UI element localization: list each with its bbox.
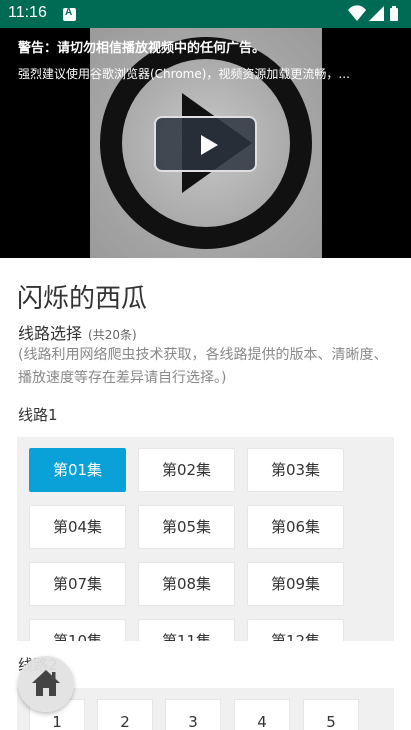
episode-button-10[interactable]: 第10集 bbox=[29, 619, 126, 641]
episode-button-08[interactable]: 第08集 bbox=[138, 562, 235, 606]
play-icon bbox=[201, 135, 218, 155]
line2-episode-panel: 1 2 3 4 5 bbox=[17, 688, 394, 730]
status-time: 11:16 bbox=[8, 4, 47, 21]
episode-button-11[interactable]: 第11集 bbox=[138, 619, 235, 641]
episode-button-03[interactable]: 第03集 bbox=[247, 448, 344, 492]
route-note: (线路利用网络爬虫技术获取，各线路提供的版本、清晰度、播放速度等存在差异请自行选… bbox=[18, 347, 388, 386]
home-button[interactable] bbox=[18, 656, 74, 712]
route-select-label: 线路选择 bbox=[18, 324, 83, 343]
home-icon bbox=[32, 670, 60, 696]
video-player[interactable]: 警告：请切勿相信播放视频中的任何广告。 强烈建议使用谷歌浏览器(Chrome)，… bbox=[0, 28, 411, 258]
episode-button-05[interactable]: 第05集 bbox=[138, 505, 235, 549]
video-title: 闪烁的西瓜 bbox=[17, 284, 148, 314]
system-icons bbox=[347, 5, 401, 27]
line1-label: 线路1 bbox=[18, 406, 58, 424]
route-select-heading: 线路选择 (共20条) bbox=[18, 320, 137, 344]
notification-a-icon: A bbox=[63, 7, 76, 21]
play-button[interactable] bbox=[154, 116, 257, 172]
episode-button-06[interactable]: 第06集 bbox=[247, 505, 344, 549]
status-bar: 11:16 A bbox=[0, 0, 411, 28]
episode-button-02[interactable]: 第02集 bbox=[138, 448, 235, 492]
episode-panel: 第01集 第02集 第03集 第04集 第05集 第06集 第07集 第08集 … bbox=[17, 437, 394, 641]
episode-button-04[interactable]: 第04集 bbox=[29, 505, 126, 549]
episode-button-12[interactable]: 第12集 bbox=[247, 619, 344, 641]
line2-episode-5[interactable]: 5 bbox=[303, 699, 359, 730]
player-warning-title: 警告：请切勿相信播放视频中的任何广告。 bbox=[18, 41, 266, 56]
route-count: (共20条) bbox=[88, 328, 137, 342]
wifi-icon bbox=[348, 5, 366, 21]
episode-button-07[interactable]: 第07集 bbox=[29, 562, 126, 606]
battery-icon bbox=[390, 6, 398, 21]
episode-button-01[interactable]: 第01集 bbox=[29, 448, 126, 492]
episode-button-09[interactable]: 第09集 bbox=[247, 562, 344, 606]
line2-episode-2[interactable]: 2 bbox=[97, 699, 153, 730]
signal-icon bbox=[369, 6, 384, 21]
line2-episode-4[interactable]: 4 bbox=[234, 699, 290, 730]
line2-episode-3[interactable]: 3 bbox=[165, 699, 221, 730]
player-warning-text: 强烈建议使用谷歌浏览器(Chrome)，视频资源加载更流畅，... bbox=[18, 67, 350, 81]
